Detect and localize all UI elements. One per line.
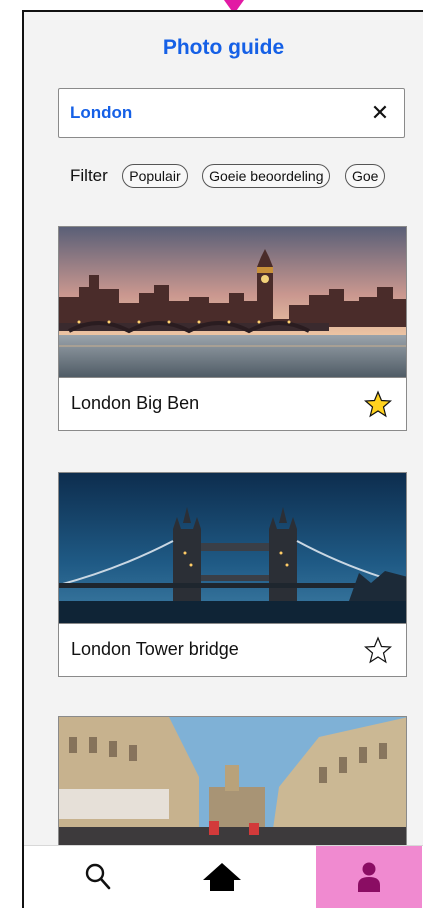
- search-input[interactable]: London: [70, 103, 132, 123]
- nav-search-button[interactable]: [48, 846, 148, 908]
- photo-regent-street[interactable]: [59, 717, 406, 857]
- card-caption: London Big Ben: [59, 377, 406, 430]
- star-outline-icon[interactable]: [364, 636, 392, 664]
- search-icon: [85, 863, 111, 890]
- filter-bar: Filter Populair Goeie beoordeling Goe: [70, 164, 395, 188]
- filter-chip-goeie-beoordeling[interactable]: Goeie beoordeling: [202, 164, 331, 188]
- card-title: London Tower bridge: [71, 639, 239, 659]
- page-title: Photo guide: [162, 36, 285, 59]
- nav-home-button[interactable]: [172, 846, 272, 908]
- clear-search-icon[interactable]: ✕: [368, 99, 392, 127]
- photo-big-ben[interactable]: [59, 227, 406, 377]
- home-icon: [203, 863, 241, 891]
- filter-chip-goe[interactable]: Goe: [344, 164, 386, 188]
- filter-chip-populair[interactable]: Populair: [122, 164, 188, 188]
- photo-card-regent-street[interactable]: [58, 716, 407, 857]
- nav-profile-button[interactable]: [316, 846, 422, 908]
- app-frame: Photo guide London ✕ Filter Populair Goe…: [0, 0, 423, 908]
- photo-card-big-ben[interactable]: London Big Ben: [58, 226, 407, 431]
- user-icon: [358, 862, 380, 892]
- card-caption: London Tower bridge: [59, 623, 406, 676]
- star-filled-icon[interactable]: [364, 390, 392, 418]
- card-title: London Big Ben: [71, 393, 200, 413]
- bottom-nav: [24, 845, 423, 908]
- photo-tower-bridge[interactable]: [59, 473, 406, 623]
- search-bar[interactable]: London ✕: [58, 88, 405, 138]
- photo-card-tower-bridge[interactable]: London Tower bridge: [58, 472, 407, 677]
- filter-label: Filter: [70, 166, 108, 185]
- phone-screen: Photo guide London ✕ Filter Populair Goe…: [22, 10, 423, 908]
